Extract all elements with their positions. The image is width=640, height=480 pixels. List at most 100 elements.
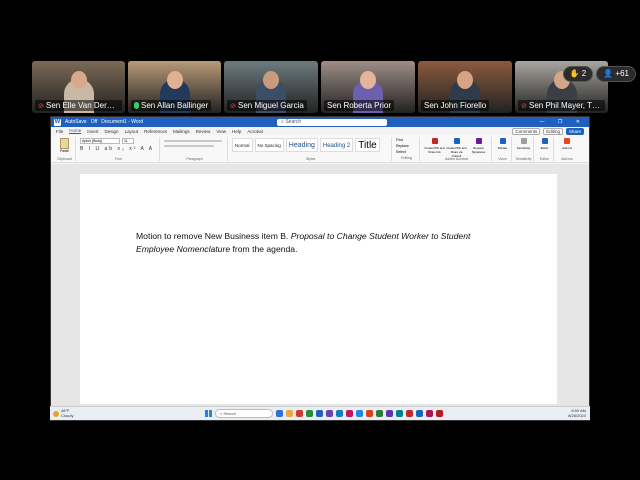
font-group-label: Font <box>114 157 122 161</box>
dictate-label: Dictate <box>497 146 508 150</box>
participant-name-text: Sen John Fiorello <box>424 101 487 110</box>
weather-widget[interactable]: 48°F Cloudy <box>53 408 73 418</box>
document-title: Document1 - Word <box>101 119 144 125</box>
style-heading-2[interactable]: Heading 2 <box>319 138 354 152</box>
taskbar-app-icon[interactable] <box>416 410 423 417</box>
title-search-placeholder: Search <box>285 118 302 125</box>
taskbar-app-icon[interactable] <box>286 410 293 417</box>
participant-tile[interactable]: ⊘ Sen Miguel Garcia <box>224 61 318 113</box>
participant-tile[interactable]: Sen Allan Ballinger <box>128 61 221 113</box>
sensitivity-group: Sensitivity Sensitivity <box>514 137 534 161</box>
autosave-toggle[interactable]: Off <box>91 119 98 125</box>
style-title[interactable]: Title <box>355 138 380 152</box>
participants-counter[interactable]: 👤 +61 <box>596 66 636 82</box>
taskbar-app-icon[interactable] <box>426 410 433 417</box>
list-buttons[interactable] <box>164 140 222 142</box>
taskbar-app-icon[interactable] <box>366 410 373 417</box>
mic-muted-icon: ⊘ <box>521 103 527 110</box>
editor-group: Editor Editor <box>536 137 554 161</box>
system-tray[interactable]: 8:50 AM 8/26/2024 <box>568 408 586 418</box>
motion-paragraph[interactable]: Motion to remove New Business item B. Pr… <box>136 230 496 256</box>
share-button[interactable]: Share <box>565 127 584 135</box>
create-pdf-share-link-label: Create PDF and Share link <box>424 146 445 154</box>
window-controls[interactable]: — ❐ ✕ <box>540 119 586 125</box>
tab-view[interactable]: View <box>216 129 226 134</box>
taskbar-app-icon[interactable] <box>356 410 363 417</box>
document-page[interactable]: Motion to remove New Business item B. Pr… <box>80 174 557 404</box>
taskbar-app-icon[interactable] <box>406 410 413 417</box>
tab-references[interactable]: References <box>144 129 167 134</box>
taskbar-app-icon[interactable] <box>296 410 303 417</box>
motion-text-end: from the agenda. <box>230 244 298 254</box>
participant-name: ⊘ Sen Miguel Garcia <box>227 100 307 111</box>
tab-home[interactable]: Home <box>69 128 82 134</box>
paste-icon[interactable] <box>60 138 69 149</box>
tab-layout[interactable]: Layout <box>125 129 139 134</box>
comments-button[interactable]: Comments <box>512 127 541 135</box>
voice-group: Dictate Voice <box>494 137 512 161</box>
style-no-spacing[interactable]: No Spacing <box>254 138 284 152</box>
acrobat-group: Create PDF and Share link Create PDF and… <box>422 137 492 161</box>
taskbar-app-icon[interactable] <box>436 410 443 417</box>
taskbar-app-icon[interactable] <box>346 410 353 417</box>
font-size-value: 11 <box>124 139 128 143</box>
title-search-box[interactable]: ⌕ Search <box>277 118 388 126</box>
taskbar-app-icon[interactable] <box>326 410 333 417</box>
sensitivity-icon[interactable] <box>520 138 527 144</box>
taskbar-app-icon[interactable] <box>306 410 313 417</box>
participant-name-text: Sen Phil Mayer, Three... <box>529 101 605 110</box>
editing-mode-button[interactable]: Editing <box>543 127 563 135</box>
addins-grid-icon[interactable] <box>564 138 570 144</box>
participant-name: Sen Roberta Prior <box>324 100 395 111</box>
document-area[interactable]: Motion to remove New Business item B. Pr… <box>51 164 589 410</box>
align-buttons[interactable] <box>164 145 214 147</box>
font-format-buttons[interactable]: B I U ab x₂ x² A A <box>80 146 157 152</box>
tab-design[interactable]: Design <box>105 129 119 134</box>
font-name-value: Aptos (Body) <box>82 139 103 143</box>
request-signatures-label: Request Signatures <box>471 146 486 154</box>
participant-tile[interactable]: Sen Roberta Prior <box>321 61 415 113</box>
style-heading[interactable]: Heading <box>285 138 318 152</box>
participant-name: Sen John Fiorello <box>421 100 490 111</box>
word-logo-icon: W <box>54 118 61 126</box>
taskbar-app-icon[interactable] <box>396 410 403 417</box>
sensitivity-group-label: Sensitivity <box>515 157 532 161</box>
tab-acrobat[interactable]: Acrobat <box>247 129 263 134</box>
windows-start-icon[interactable] <box>205 410 212 417</box>
style-normal[interactable]: Normal <box>232 138 253 152</box>
participants-count: +61 <box>615 69 629 78</box>
microphone-icon[interactable] <box>499 138 506 144</box>
font-size-select[interactable]: 11 <box>122 138 134 144</box>
taskbar-center: ⌕ Search <box>205 409 443 418</box>
participant-name: ⊘ Sen Elle Van Dermark <box>35 100 123 111</box>
raised-hands-counter[interactable]: ✋ 2 <box>562 66 594 82</box>
taskbar-app-icon[interactable] <box>376 410 383 417</box>
font-name-select[interactable]: Aptos (Body) <box>80 138 120 144</box>
participant-tile[interactable]: Sen John Fiorello <box>418 61 512 113</box>
ribbon-tabs: File Home Insert Design Layout References Mail… <box>51 127 589 135</box>
screen: ⊘ Sen Elle Van Dermark Sen Allan Ballinger… <box>0 0 640 480</box>
pdf-link-icon <box>431 138 438 144</box>
tab-help[interactable]: Help <box>232 129 241 134</box>
weather-icon <box>53 410 59 417</box>
tab-insert[interactable]: Insert <box>87 129 98 134</box>
styles-group-label: Styles <box>305 157 316 161</box>
taskbar-search[interactable]: ⌕ Search <box>215 409 273 418</box>
taskbar-app-icon[interactable] <box>336 410 343 417</box>
tab-file[interactable]: File <box>56 129 63 134</box>
participant-head <box>263 71 279 89</box>
paragraph-group-label: Paragraph <box>186 157 203 161</box>
participant-tile[interactable]: ⊘ Sen Elle Van Dermark <box>32 61 125 113</box>
paragraph-group: Paragraph <box>162 137 228 161</box>
editor-pen-icon[interactable] <box>541 138 548 144</box>
tab-mailings[interactable]: Mailings <box>173 129 190 134</box>
pdf-outlook-icon <box>453 138 460 144</box>
taskbar-app-icon[interactable] <box>276 410 283 417</box>
paste-label: Paste <box>60 149 69 153</box>
tab-review[interactable]: Review <box>196 129 211 134</box>
word-titlebar: W AutoSave Off Document1 - Word ⌕ Search… <box>51 117 589 127</box>
taskbar-app-icon[interactable] <box>316 410 323 417</box>
styles-group: Normal No Spacing Heading Heading 2 Title St… <box>230 137 392 161</box>
clock-date: 8/26/2024 <box>568 413 586 418</box>
taskbar-app-icon[interactable] <box>386 410 393 417</box>
